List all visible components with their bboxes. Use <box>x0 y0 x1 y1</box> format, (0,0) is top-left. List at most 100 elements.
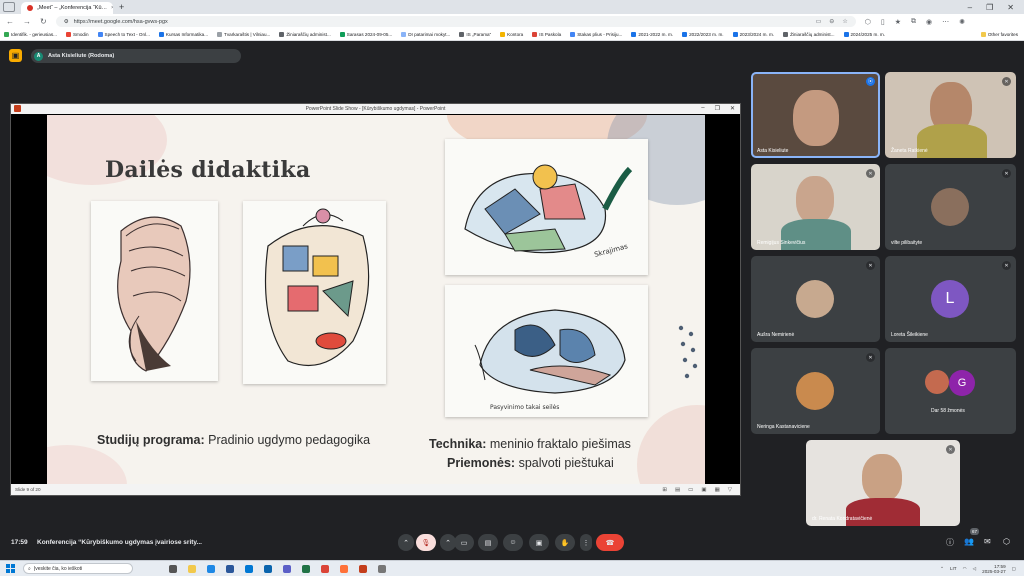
caption-technique-label: Technika: <box>429 437 487 451</box>
bookmark-item[interactable]: DI patarimai mokyt... <box>401 32 450 37</box>
artwork-snail-colored-drawing: Skrajimas <box>464 164 633 259</box>
app-icon[interactable] <box>378 564 386 573</box>
site-info-icon[interactable]: ⚙ <box>64 19 69 25</box>
bookmark-item[interactable]: 2023/2024 m. m. <box>732 32 774 37</box>
participant-tile-more[interactable]: G Dar 58 žmonės <box>885 348 1016 434</box>
edge-icon[interactable] <box>207 564 215 573</box>
tray-up-icon[interactable]: ⌃ <box>940 566 944 572</box>
captions-button[interactable]: ▤ <box>478 534 498 551</box>
favorite-star-icon[interactable]: ☆ <box>842 18 847 25</box>
word-icon[interactable] <box>226 564 234 573</box>
restore-icon[interactable]: ❐ <box>715 105 720 112</box>
bookmark-item[interactable]: Identifik. - gerieusias... <box>4 32 57 37</box>
speaking-indicator-icon: ⦿ <box>866 77 875 86</box>
file-explorer-icon[interactable] <box>188 564 196 573</box>
start-icon[interactable] <box>6 564 15 573</box>
slideshow-icon[interactable]: ▣ <box>701 487 706 493</box>
participant-avatar <box>931 188 969 226</box>
bookmark-item[interactable]: 2022/2023 m. m. <box>682 32 724 37</box>
normal-view-icon[interactable]: ⊞ <box>662 487 667 493</box>
reload-icon[interactable]: ↻ <box>40 17 47 26</box>
meeting-info-icon[interactable]: ⓘ <box>946 537 954 548</box>
bookmark-label: DI patarimai mokyt... <box>408 32 451 37</box>
task-view-icon[interactable] <box>169 564 177 573</box>
raise-hand-button[interactable]: ✋ <box>555 534 575 551</box>
bookmark-item[interactable]: Stakas plius - Prisiju... <box>570 32 622 37</box>
participant-tile[interactable]: ✕ Remigijus Sinkevičius <box>751 164 880 250</box>
bookmark-item[interactable]: Žiniaraščių administ... <box>279 32 331 37</box>
powerpoint-icon[interactable] <box>359 564 367 573</box>
reading-view-icon[interactable]: ▭ <box>688 487 693 493</box>
language-indicator[interactable]: LIT <box>950 566 957 571</box>
participant-tile[interactable]: ✕ Žaneta Ratkienė <box>885 72 1016 158</box>
bookmark-favicon-icon <box>783 32 789 37</box>
tab-actions-icon[interactable] <box>3 2 15 12</box>
bookmark-item[interactable]: Speech to Text - Onl... <box>97 32 150 37</box>
restore-icon[interactable]: ❐ <box>986 3 993 12</box>
wifi-icon[interactable]: ◠ <box>963 566 967 572</box>
bookmark-item[interactable]: 2021-2022 m. m. <box>631 32 673 37</box>
chrome-icon[interactable] <box>321 564 329 573</box>
close-icon[interactable]: ✕ <box>730 105 735 112</box>
bookmark-item[interactable]: Žiniaraščių administ... <box>783 32 835 37</box>
participant-tile[interactable]: ⦿ Asta Kisieliute <box>751 72 880 158</box>
end-call-button[interactable]: ☎ <box>596 534 624 551</box>
tray-clock[interactable]: 17:59 2025-03-27 <box>982 564 1006 574</box>
close-tab-icon[interactable]: × <box>111 5 113 11</box>
zoom-icon[interactable]: ▦ <box>715 487 720 493</box>
bookmark-item[interactable]: Sarasas 2024-09-05... <box>339 32 392 37</box>
participant-tile[interactable]: ✕ Aušra Nemirienė <box>751 256 880 342</box>
close-window-icon[interactable]: ✕ <box>1007 3 1014 12</box>
forward-icon[interactable]: → <box>23 17 31 26</box>
slide-sorter-icon[interactable]: ▤ <box>675 487 680 493</box>
browser-tab-meet[interactable]: „Meet“ – „Konferencija “Kū… × <box>21 2 113 14</box>
participant-tile[interactable]: ✕ vilte pilibaityte <box>885 164 1016 250</box>
people-icon[interactable]: 👥 <box>964 537 974 546</box>
notifications-icon[interactable]: ▢ <box>1012 566 1016 572</box>
extensions-icon[interactable]: ⬡ <box>865 18 871 26</box>
toolbar-icons: ⬡ ▯ ★ ⧉ ◉ ⋯ ✺ <box>865 18 965 26</box>
reactions-button[interactable]: ☺ <box>503 534 523 551</box>
participant-tile[interactable]: L ✕ Loreta Šileikiene <box>885 256 1016 342</box>
store-icon[interactable] <box>245 564 253 573</box>
camera-toggle-button[interactable]: ▭ <box>454 534 474 551</box>
taskbar-search[interactable]: ⌕ Įveskite čia, ko ieškoti <box>23 563 133 574</box>
cast-icon[interactable]: ▭ <box>816 18 822 25</box>
mic-toggle-button[interactable]: 🎙 <box>416 534 436 551</box>
bookmark-item[interactable]: Kontora <box>500 32 523 37</box>
firefox-icon[interactable] <box>340 564 348 573</box>
bookmark-item[interactable]: 2024/2025 m. m. <box>843 32 885 37</box>
bookmark-item[interactable]: Smodin <box>65 32 89 37</box>
minimize-icon[interactable]: – <box>968 3 972 12</box>
presenter-chip[interactable]: A Asta Kisieliute (Rodoma) <box>31 49 241 63</box>
copilot-icon[interactable]: ✺ <box>959 18 965 26</box>
bookmark-item[interactable]: Tvarkaraštis | Vilniau... <box>217 32 270 37</box>
fit-icon[interactable]: ▽ <box>728 487 732 493</box>
omnibox[interactable]: ⚙ https://meet.google.com/hsa-gvws-pgx ▭… <box>55 16 856 27</box>
minimize-icon[interactable]: – <box>701 105 704 112</box>
new-tab-icon[interactable]: + <box>119 2 124 12</box>
collections-icon[interactable]: ⧉ <box>911 18 916 26</box>
present-button[interactable]: ▣ <box>529 534 549 551</box>
excel-icon[interactable] <box>302 564 310 573</box>
zoom-icon[interactable]: ⊖ <box>829 18 834 25</box>
back-icon[interactable]: ← <box>6 17 14 26</box>
volume-icon[interactable]: ◁ <box>973 566 977 572</box>
participant-tile[interactable]: ✕ Neringa Kastanaviciene <box>751 348 880 434</box>
split-screen-icon[interactable]: ▯ <box>881 18 885 26</box>
more-icon[interactable]: ⋯ <box>942 18 949 26</box>
participant-name: vilte pilibaityte <box>891 240 923 246</box>
bookmark-other-favorites[interactable]: Other favorites <box>980 32 1024 37</box>
teams-icon[interactable] <box>283 564 291 573</box>
activities-icon[interactable]: ⬡ <box>1003 537 1010 546</box>
audio-options-button[interactable]: ⌃ <box>398 534 414 551</box>
participant-tile[interactable]: ✕ dr. Renata Kondratavičienė <box>806 440 960 526</box>
bookmark-item[interactable]: Kursas Informatika... <box>158 32 208 37</box>
more-options-button[interactable]: ⋮ <box>580 534 592 551</box>
bookmark-item[interactable]: IS Paskola <box>532 32 561 37</box>
outlook-icon[interactable] <box>264 564 272 573</box>
profile-icon[interactable]: ◉ <box>926 18 932 26</box>
bookmark-item[interactable]: IS „Parama“ <box>459 32 491 37</box>
chat-icon[interactable]: ✉ <box>984 537 991 546</box>
favorites-icon[interactable]: ★ <box>895 18 901 26</box>
